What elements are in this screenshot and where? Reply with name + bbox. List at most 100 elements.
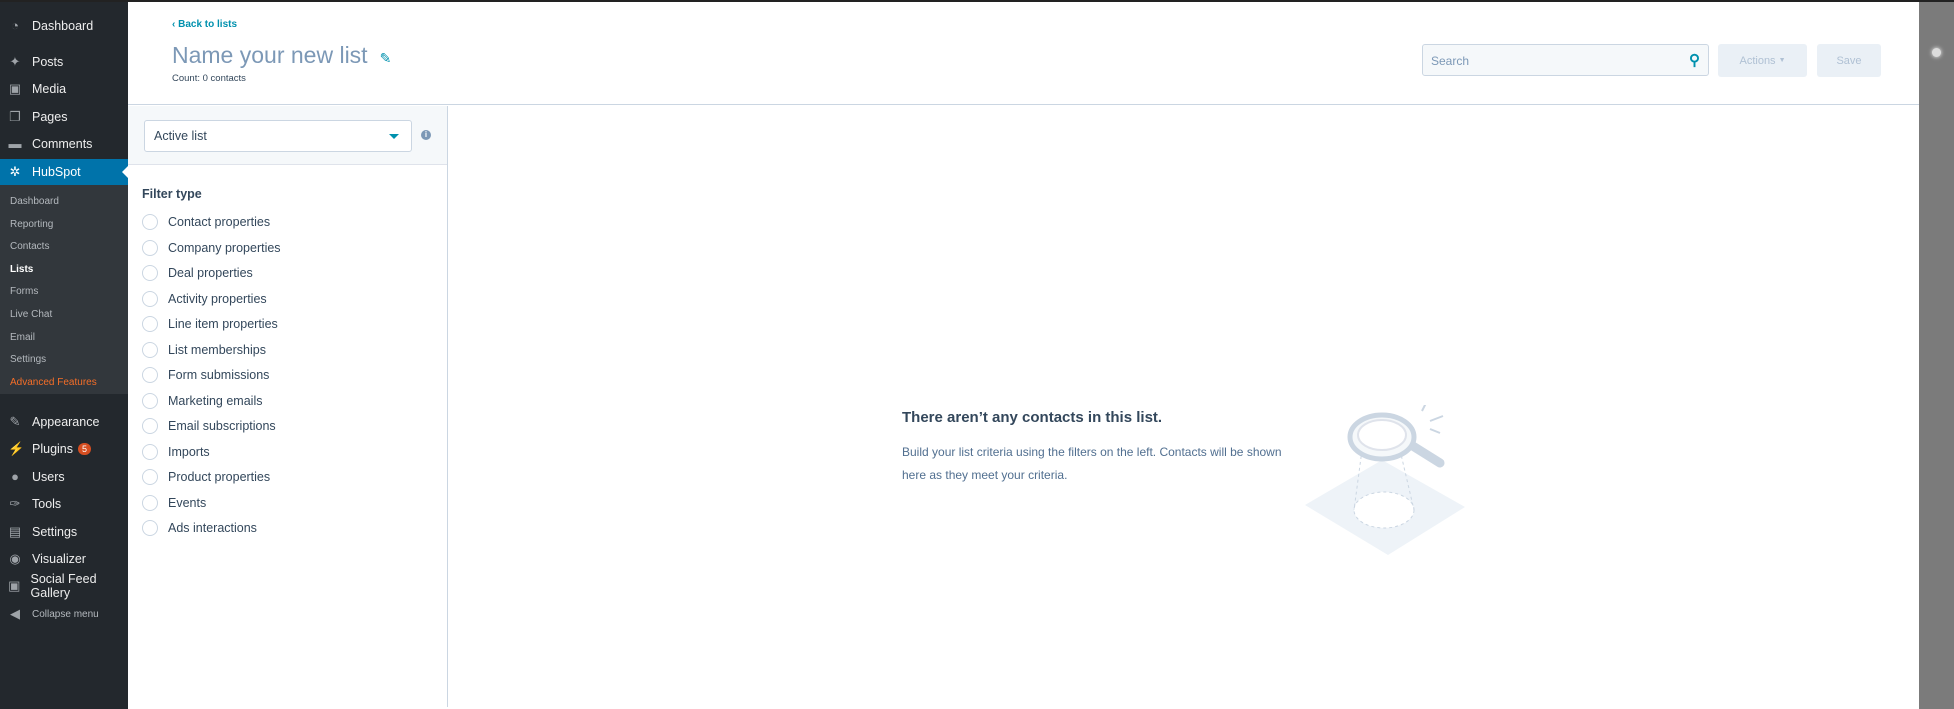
filter-option[interactable]: Company properties <box>142 239 281 256</box>
list-type-value: Active list <box>154 129 207 143</box>
media-icon: ▣ <box>8 81 22 96</box>
filter-option-label: Marketing emails <box>168 393 263 408</box>
menu-item-dashboard[interactable]: ◔ Dashboard <box>0 13 128 39</box>
filter-option[interactable]: Product properties <box>142 469 270 485</box>
radio-button[interactable] <box>142 367 158 383</box>
filter-option-label: Email subscriptions <box>168 419 276 433</box>
submenu-item-live-chat[interactable]: Live Chat <box>10 309 52 320</box>
submenu-item-contacts[interactable]: Contacts <box>10 241 49 252</box>
pencil-icon[interactable]: ✎ <box>380 50 392 66</box>
filter-option-label: Form submissions <box>168 368 270 382</box>
plug-icon: ⚡ <box>8 441 25 456</box>
empty-state-body: Build your list criteria using the filte… <box>902 445 1282 482</box>
menu-item-plugins[interactable]: ⚡ Plugins 5 <box>0 436 128 462</box>
menu-label: Appearance <box>32 415 100 429</box>
chevron-down-icon <box>389 134 399 144</box>
filter-option[interactable]: Imports <box>142 443 210 460</box>
filter-option-label: Contact properties <box>168 215 271 229</box>
back-to-lists-link[interactable]: ‹ Back to lists <box>172 19 237 30</box>
menu-item-visualizer[interactable]: ◉ Visualizer <box>0 546 128 572</box>
search-icon[interactable]: ⚲ <box>1689 51 1700 69</box>
menu-item-users[interactable]: ● Users <box>0 464 128 490</box>
filter-option[interactable]: Contact properties <box>142 214 270 230</box>
radio-button[interactable] <box>142 469 158 485</box>
submenu-item-settings[interactable]: Settings <box>10 354 46 365</box>
menu-label: Social Feed Gallery <box>30 572 97 600</box>
filter-option[interactable]: Deal properties <box>142 265 253 281</box>
filter-option[interactable]: Activity properties <box>142 290 267 307</box>
filter-option[interactable]: List memberships <box>142 341 266 358</box>
menu-item-collapse-menu[interactable]: ◀ Collapse menu <box>0 601 128 627</box>
dot-icon <box>1932 48 1941 57</box>
back-label: Back to lists <box>178 19 238 30</box>
submenu-item-advanced-features[interactable]: Advanced Features <box>10 377 97 388</box>
submenu-item-forms[interactable]: Forms <box>10 286 38 297</box>
radio-button[interactable] <box>142 392 158 409</box>
menu-label: Posts <box>32 55 64 69</box>
pin-icon: ✦ <box>9 54 21 69</box>
radio-button[interactable] <box>142 214 158 230</box>
hubspot-icon: ✲ <box>9 164 21 179</box>
menu-label: Visualizer <box>32 552 86 566</box>
list-type-bar: Active list i <box>128 106 447 165</box>
filter-option[interactable]: Events <box>142 494 206 511</box>
radio-button[interactable] <box>142 520 158 536</box>
radio-button[interactable] <box>142 316 158 332</box>
radio-button[interactable] <box>142 290 158 307</box>
window-edge-strip <box>1919 2 1954 709</box>
radio-button[interactable] <box>142 494 158 511</box>
search-placeholder: Search <box>1431 54 1470 68</box>
menu-item-appearance[interactable]: ✎ Appearance <box>0 409 128 435</box>
radio-button[interactable] <box>142 239 158 256</box>
menu-item-media[interactable]: ▣ Media <box>0 76 128 102</box>
submenu-item-lists[interactable]: Lists <box>10 264 33 275</box>
menu-item-pages[interactable]: ❐ Pages <box>0 104 128 130</box>
menu-item-comments[interactable]: ▬ Comments <box>0 131 128 157</box>
brush-icon: ✎ <box>9 414 21 429</box>
dashboard-icon: ◔ <box>11 18 19 33</box>
menu-item-posts[interactable]: ✦ Posts <box>0 49 128 75</box>
filter-option[interactable]: Marketing emails <box>142 392 263 409</box>
menu-label: Comments <box>32 137 93 151</box>
radio-button[interactable] <box>142 265 158 281</box>
menu-item-social-feed-gallery[interactable]: ▣ Social Feed Gallery <box>0 572 128 600</box>
menu-label: Dashboard <box>32 19 94 33</box>
filter-option-label: Product properties <box>168 470 271 484</box>
filter-option[interactable]: Form submissions <box>142 367 269 383</box>
radio-button[interactable] <box>142 443 158 460</box>
menu-item-settings[interactable]: ▤ Settings <box>0 519 128 545</box>
filter-option[interactable]: Email subscriptions <box>142 418 276 434</box>
filter-option[interactable]: Line item properties <box>142 316 278 332</box>
menu-label: Pages <box>32 110 68 124</box>
caret-down-icon: ▼ <box>1778 57 1786 64</box>
submenu-item-reporting[interactable]: Reporting <box>10 219 53 230</box>
radio-button[interactable] <box>142 341 158 358</box>
filter-option-label: List memberships <box>168 342 266 357</box>
menu-label: HubSpot <box>32 165 81 179</box>
page-header: ‹ Back to lists Name your new list ✎ Coun… <box>128 2 1919 105</box>
info-icon[interactable]: i <box>421 130 431 140</box>
filter-type-heading: Filter type <box>142 187 202 201</box>
submenu-item-email[interactable]: Email <box>10 332 35 343</box>
save-button[interactable]: Save <box>1817 44 1881 77</box>
menu-item-hubspot[interactable]: ✲ HubSpot <box>0 159 128 185</box>
menu-label: Tools <box>32 497 62 511</box>
radio-button[interactable] <box>142 418 158 434</box>
list-name-title[interactable]: Name your new list ✎ <box>172 42 391 69</box>
camera-icon: ▣ <box>8 578 21 593</box>
hubspot-submenu: Dashboard Reporting Contacts Lists Forms Live… <box>0 184 128 394</box>
admin-sidebar: Dashboard Reporting Contacts Lists Forms Live… <box>0 2 128 709</box>
submenu-item-dashboard[interactable]: Dashboard <box>10 196 59 207</box>
menu-item-tools[interactable]: ✑ Tools <box>0 491 128 517</box>
list-type-dropdown[interactable]: Active list <box>144 120 412 152</box>
magnifier-illustration <box>1305 405 1465 555</box>
collapse-icon: ◀ <box>10 606 20 621</box>
search-input[interactable]: Search ⚲ <box>1422 44 1709 76</box>
comment-icon: ▬ <box>8 136 22 151</box>
menu-label: Collapse menu <box>32 608 99 620</box>
filter-option-label: Deal properties <box>168 266 253 280</box>
empty-state-heading: There aren’t any contacts in this list. <box>902 409 1163 426</box>
pages-icon: ❐ <box>9 109 21 124</box>
filter-option[interactable]: Ads interactions <box>142 520 257 536</box>
actions-button[interactable]: Actions ▼ <box>1718 44 1807 77</box>
